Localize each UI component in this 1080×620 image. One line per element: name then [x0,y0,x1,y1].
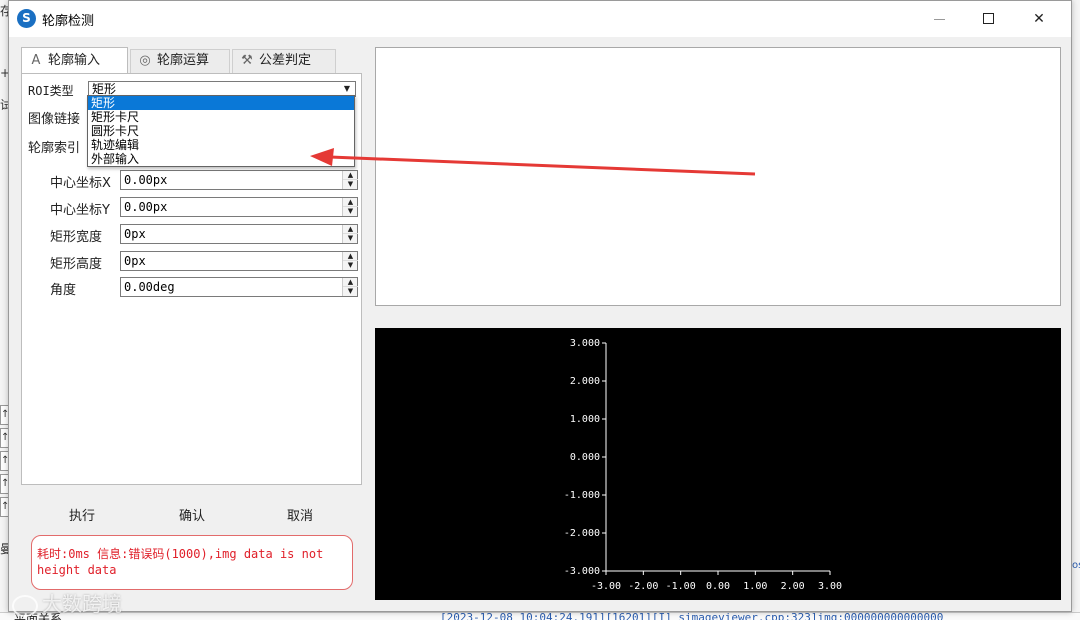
plot-canvas: 3.000 2.000 1.000 0.000 -1.000 -2.000 -3.000 -3… [564,338,842,592]
close-button[interactable]: ✕ [1015,1,1063,37]
close-icon: ✕ [1033,11,1045,27]
minimize-button[interactable] [915,1,963,37]
chevron-down-icon: ▼ [343,84,351,93]
y-tick-label: 0.000 [570,452,600,463]
spin-down-icon[interactable]: ▼ [343,287,358,296]
x-tick-label: -2.00 [628,581,658,592]
spin-up-icon[interactable]: ▲ [343,198,358,207]
field-rect-width: 矩形宽度 0px ▲ ▼ [38,224,358,245]
spin-down-icon[interactable]: ▼ [343,261,358,270]
y-tick-label: -1.000 [564,490,600,501]
spin-down-icon[interactable]: ▼ [343,180,358,189]
x-tick-label: -3.00 [591,581,621,592]
dropdown-option-rectangle[interactable]: 矩形 [88,96,354,110]
concentric-circle-icon: ◎ [139,53,151,68]
screen: 存 + 试 ↑ ↑ ↑ ↑ ↑ 曼 os 平面关系 [2023-12-08 10… [0,0,1080,620]
contour-detection-window: S 轮廓检测 ✕ A 轮廓输入 ◎ 轮廓运算 ⚒ 公差判定 ROI类型 矩形 ▼ 图 [8,0,1072,612]
status-text: 耗时:0ms 信息:错误码(1000),img data is not heig… [37,547,324,577]
field-value: 0px [124,254,146,268]
x-tick-label: 3.00 [818,581,842,592]
y-tick-label: 3.000 [570,338,600,349]
field-label: 角度 [50,283,77,298]
angle-spinbox[interactable]: 0.00deg ▲ ▼ [120,277,358,297]
tab-tolerance-judgment[interactable]: ⚒ 公差判定 [232,49,336,73]
center-y-spinbox[interactable]: 0.00px ▲ ▼ [120,197,358,217]
image-link-label: 图像链接 [28,112,81,127]
minimize-icon [934,19,945,20]
tab-contour-operation[interactable]: ◎ 轮廓运算 [130,49,230,73]
tab-label: 轮廓运算 [157,53,210,68]
y-tick-label: -2.000 [564,528,600,539]
maximize-button[interactable] [965,1,1013,37]
y-tick-label: 1.000 [570,414,600,425]
log-line: [2023-12-08 10:04:24.191][16201][I] sima… [440,612,944,620]
watermark-logo-icon [12,594,38,617]
spin-up-icon[interactable]: ▲ [343,225,358,234]
outline-a-icon: A [31,53,41,68]
field-label: 矩形高度 [50,257,103,272]
field-rect-height: 矩形高度 0px ▲ ▼ [38,251,358,272]
tab-contour-input[interactable]: A 轮廓输入 [21,47,128,73]
maximize-icon [983,13,994,24]
watermark-text: 大数跨境 [42,592,122,616]
field-value: 0.00deg [124,280,175,294]
rect-height-spinbox[interactable]: 0px ▲ ▼ [120,251,358,271]
tab-label: 公差判定 [259,53,312,68]
dropdown-option-path-edit[interactable]: 轨迹编辑 [88,138,354,152]
dropdown-option-external-input[interactable]: 外部输入 [88,152,354,166]
dropdown-option-rect-caliper[interactable]: 矩形卡尺 [88,110,354,124]
roi-type-label: ROI类型 [28,84,74,98]
roi-type-dropdown-list: 矩形 矩形卡尺 圆形卡尺 轨迹编辑 外部输入 [87,95,355,167]
center-x-spinbox[interactable]: 0.00px ▲ ▼ [120,170,358,190]
roi-type-value: 矩形 [92,82,117,96]
execute-button[interactable]: 执行 [69,505,95,524]
background-app-bottom-edge: 平面关系 [2023-12-08 10:04:24.191][16201][I]… [0,612,1080,620]
background-text: os [1072,560,1080,571]
tab-label: 轮廓输入 [48,53,101,68]
x-tick-label: 1.00 [743,581,767,592]
x-tick-label: 2.00 [781,581,805,592]
app-logo-icon: S [17,9,36,28]
field-label: 矩形宽度 [50,230,103,245]
y-tick-label: -3.000 [564,566,600,577]
window-title: 轮廓检测 [42,14,95,29]
confirm-button[interactable]: 确认 [179,505,205,524]
status-message: 耗时:0ms 信息:错误码(1000),img data is not heig… [31,535,353,590]
x-tick-label: 0.00 [706,581,730,592]
y-tick-label: 2.000 [570,376,600,387]
spin-up-icon[interactable]: ▲ [343,171,358,180]
field-angle: 角度 0.00deg ▲ ▼ [38,277,358,298]
x-tick-label: -1.00 [666,581,696,592]
profile-plot[interactable]: 3.000 2.000 1.000 0.000 -1.000 -2.000 -3.000 -3… [375,328,1061,600]
watermark: 大数跨境 [12,588,122,617]
field-value: 0px [124,227,146,241]
spin-up-icon[interactable]: ▲ [343,252,358,261]
spin-up-icon[interactable]: ▲ [343,278,358,287]
field-center-y: 中心坐标Y 0.00px ▲ ▼ [38,197,358,218]
spin-down-icon[interactable]: ▼ [343,234,358,243]
title-bar[interactable]: S 轮廓检测 ✕ [9,1,1071,37]
hammer-icon: ⚒ [241,53,253,68]
cancel-button[interactable]: 取消 [287,505,313,524]
contour-index-label: 轮廓索引 [28,141,81,156]
field-label: 中心坐标Y [50,203,110,218]
spin-down-icon[interactable]: ▼ [343,207,358,216]
field-value: 0.00px [124,173,168,187]
field-label: 中心坐标X [50,176,111,191]
field-center-x: 中心坐标X 0.00px ▲ ▼ [38,170,358,191]
field-value: 0.00px [124,200,168,214]
rect-width-spinbox[interactable]: 0px ▲ ▼ [120,224,358,244]
dropdown-option-circle-caliper[interactable]: 圆形卡尺 [88,124,354,138]
image-viewer[interactable] [375,47,1061,306]
